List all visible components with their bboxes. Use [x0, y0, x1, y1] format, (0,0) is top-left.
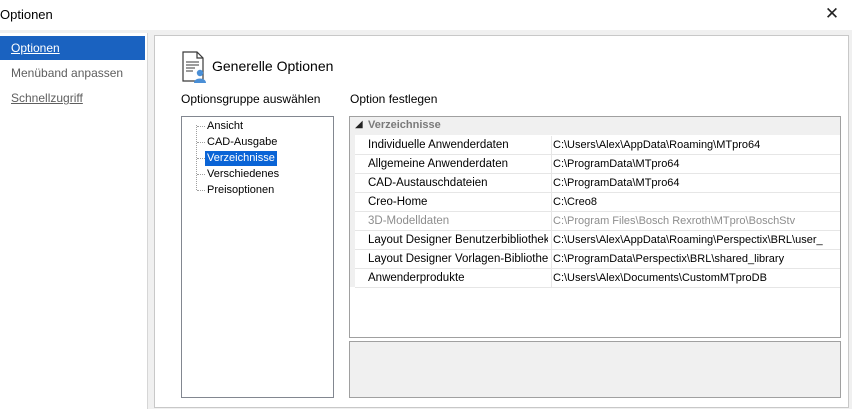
property-name: CAD-Austauschdateien — [368, 177, 488, 189]
property-row[interactable]: Anwenderprodukte C:\Users\Alex\Documents… — [355, 269, 840, 288]
property-value[interactable]: C:\ProgramData\MTpro64 — [553, 155, 840, 173]
column-divider — [551, 212, 552, 230]
property-value[interactable]: C:\Users\Alex\Documents\CustomMTproDB — [553, 269, 840, 287]
tree-connector-line — [197, 126, 205, 127]
property-value[interactable]: C:\Creo8 — [553, 193, 840, 211]
property-row[interactable]: Creo-Home C:\Creo8 — [355, 193, 840, 212]
sidebar-item-menueband-anpassen[interactable]: Menüband anpassen — [0, 61, 145, 85]
property-value[interactable]: C:\Users\Alex\AppData\Roaming\Perspectix… — [553, 231, 840, 249]
tree-item-preisoptionen[interactable]: Preisoptionen — [205, 183, 276, 198]
property-value[interactable]: C:\ProgramData\MTpro64 — [553, 174, 840, 192]
tree-item-verschiedenes[interactable]: Verschiedenes — [205, 167, 281, 182]
sidebar-item-label: Schnellzugriff — [11, 91, 83, 105]
collapse-triangle-icon[interactable]: ◢ — [355, 119, 363, 130]
group-select-label: Optionsgruppe auswählen — [181, 92, 321, 106]
property-row[interactable]: Individuelle Anwenderdaten C:\Users\Alex… — [355, 136, 840, 155]
options-document-icon — [182, 51, 206, 83]
window-title: Optionen — [0, 7, 53, 22]
page-title: Generelle Optionen — [212, 58, 334, 74]
property-row[interactable]: CAD-Austauschdateien C:\ProgramData\MTpr… — [355, 174, 840, 193]
title-bar: Optionen ✕ — [0, 0, 852, 30]
property-row[interactable]: Allgemeine Anwenderdaten C:\ProgramData\… — [355, 155, 840, 174]
tree-connector-line — [197, 190, 205, 191]
property-name: Individuelle Anwenderdaten — [368, 139, 509, 151]
description-panel — [349, 341, 841, 398]
property-name: Layout Designer Benutzerbibliothek — [368, 234, 548, 246]
property-value[interactable]: C:\Users\Alex\AppData\Roaming\MTpro64 — [553, 136, 840, 154]
sidebar-item-optionen[interactable]: Optionen — [0, 36, 145, 60]
tree-connector-line — [197, 142, 205, 143]
property-row[interactable]: Layout Designer Vorlagen-Bibliothek C:\P… — [355, 250, 840, 269]
sidebar: Optionen Menüband anpassen Schnellzugrif… — [0, 33, 148, 409]
column-divider — [551, 231, 552, 249]
property-row-disabled: 3D-Modelldaten C:\Program Files\Bosch Re… — [355, 212, 840, 231]
tree-item-verzeichnisse[interactable]: Verzeichnisse — [205, 151, 277, 166]
property-row[interactable]: Layout Designer Benutzerbibliothek C:\Us… — [355, 231, 840, 250]
property-grid[interactable]: ◢ Verzeichnisse Individuelle Anwenderdat… — [349, 116, 841, 338]
tree-item-ansicht[interactable]: Ansicht — [205, 119, 245, 134]
sidebar-item-label: Optionen — [11, 41, 60, 55]
category-label: Verzeichnisse — [368, 119, 441, 131]
column-divider — [551, 250, 552, 268]
category-row[interactable]: ◢ Verzeichnisse — [350, 117, 840, 135]
property-value[interactable]: C:\ProgramData\Perspectix\BRL\shared_lib… — [553, 250, 840, 268]
tree-connector-line — [197, 174, 205, 175]
property-name: Anwenderprodukte — [368, 272, 465, 284]
column-divider — [551, 155, 552, 173]
property-name: Layout Designer Vorlagen-Bibliothek — [368, 253, 548, 265]
column-divider — [551, 269, 552, 287]
tree-item-cad-ausgabe[interactable]: CAD-Ausgabe — [205, 135, 279, 150]
property-name: Allgemeine Anwenderdaten — [368, 158, 509, 170]
sidebar-item-schnellzugriff[interactable]: Schnellzugriff — [0, 86, 145, 110]
property-name: Creo-Home — [368, 196, 428, 208]
tree-connector-line — [197, 158, 205, 159]
column-divider — [551, 193, 552, 211]
sidebar-item-label: Menüband anpassen — [11, 66, 124, 80]
option-set-label: Option festlegen — [350, 92, 438, 106]
column-divider — [551, 174, 552, 192]
close-icon[interactable]: ✕ — [812, 0, 852, 30]
property-value: C:\Program Files\Bosch Rexroth\MTpro\Bos… — [553, 215, 796, 227]
property-name: 3D-Modelldaten — [368, 215, 450, 227]
column-divider — [551, 136, 552, 154]
